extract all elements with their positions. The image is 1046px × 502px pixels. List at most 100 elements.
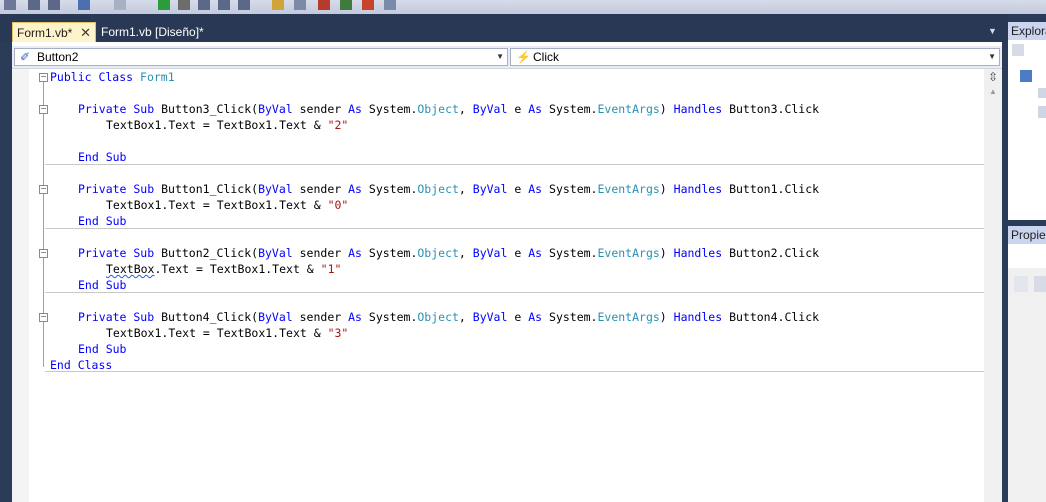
keyword: Handles — [673, 182, 723, 196]
code-line-class: Public Class Form1 — [50, 69, 175, 85]
collapse-icon[interactable]: − — [39, 73, 48, 82]
toolbar-icon[interactable] — [48, 0, 60, 10]
keyword: ByVal — [472, 246, 508, 260]
method-name: Button2_Click — [161, 246, 252, 260]
code-line-body: TextBox1.Text = TextBox1.Text & "0" — [106, 197, 348, 213]
type: Object — [417, 182, 459, 196]
keyword: Private Sub — [78, 102, 155, 116]
collapse-icon[interactable]: − — [39, 185, 48, 194]
chevron-down-icon[interactable]: ▼ — [988, 26, 997, 36]
code-line-sub: Private Sub Button4_Click(ByVal sender A… — [78, 310, 820, 324]
toolbar-icon[interactable] — [4, 0, 16, 10]
solution-explorer-panel — [1008, 40, 1046, 220]
undo-icon[interactable] — [78, 0, 90, 10]
toolbar-icon[interactable] — [272, 0, 284, 10]
keyword: End Sub — [78, 342, 127, 356]
collapse-icon[interactable]: − — [39, 105, 48, 114]
string-literal: "1" — [320, 262, 342, 276]
keyword: ByVal — [472, 102, 508, 116]
method-name: Button3_Click — [161, 102, 252, 116]
event-dropdown[interactable]: ⚡ Click ▼ — [510, 48, 1000, 66]
namespace: System. — [549, 246, 598, 260]
keyword: End Class — [50, 358, 113, 372]
toolbar-icon[interactable] — [318, 0, 330, 10]
keyword: End Sub — [78, 214, 127, 228]
event-lightning-icon: ⚡ — [516, 50, 531, 64]
namespace: System. — [549, 102, 598, 116]
keyword: As — [528, 182, 543, 196]
outline-line — [43, 79, 44, 367]
toolbar-icon[interactable] — [384, 0, 396, 10]
code-line-end-sub: End Sub — [78, 213, 126, 229]
keyword: Handles — [673, 246, 723, 260]
properties-header[interactable]: Propiedades — [1008, 226, 1046, 244]
toolbar-icon[interactable] — [1012, 44, 1024, 56]
namespace: System. — [549, 310, 598, 324]
object-selector[interactable] — [1008, 244, 1046, 268]
tab-form1-design[interactable]: Form1.vb [Diseño]* — [97, 22, 209, 42]
tab-form1-vb[interactable]: Form1.vb* ✕ — [12, 22, 96, 42]
alphabetical-icon[interactable] — [1034, 276, 1046, 292]
namespace: System. — [368, 182, 418, 196]
param: sender — [299, 246, 342, 260]
procedure-separator — [45, 164, 984, 165]
keyword: Private Sub — [78, 182, 155, 196]
file-icon[interactable] — [1038, 106, 1046, 118]
close-icon[interactable]: ✕ — [80, 23, 91, 43]
vertical-scrollbar[interactable]: ⇳ ▲ — [984, 69, 1002, 502]
tab-label: Form1.vb [Diseño]* — [101, 25, 204, 39]
project-icon[interactable] — [1020, 70, 1032, 82]
keyword: Handles — [673, 102, 723, 116]
identifier: TextBox1 — [106, 118, 162, 132]
properties-panel — [1008, 244, 1046, 502]
code-line-end-sub: End Sub — [78, 341, 126, 357]
keyword: Public Class — [50, 70, 134, 84]
keyword: End Sub — [78, 278, 127, 292]
collapse-icon[interactable]: − — [39, 313, 48, 322]
method-name: Button1_Click — [161, 182, 252, 196]
categorized-icon[interactable] — [1014, 276, 1028, 292]
collapse-icon[interactable]: − — [39, 249, 48, 258]
code-line-end-sub: End Sub — [78, 277, 126, 293]
code-line-body: TextBox.Text = TextBox1.Text & "1" — [106, 261, 341, 277]
stop-icon[interactable] — [178, 0, 190, 10]
keyword: As — [348, 310, 362, 324]
toolbar-icon[interactable] — [198, 0, 210, 10]
keyword: As — [348, 182, 362, 196]
object-dropdown[interactable]: ✐ Button2 ▼ — [14, 48, 508, 66]
param: sender — [299, 310, 342, 324]
keyword: ByVal — [472, 182, 508, 196]
code-line-end-class: End Class — [50, 357, 112, 373]
code-area[interactable]: − − − − − Public Class Form1 Private Sub… — [12, 69, 984, 502]
toolbar-icon[interactable] — [28, 0, 40, 10]
param: e — [514, 182, 522, 196]
toolbar-icon[interactable] — [340, 0, 352, 10]
toolbar-icon[interactable] — [238, 0, 250, 10]
identifier: TextBox1 — [106, 198, 162, 212]
namespace: System. — [368, 102, 418, 116]
file-icon[interactable] — [1038, 88, 1046, 98]
identifier-error: TextBox — [106, 262, 155, 276]
chevron-down-icon[interactable]: ▼ — [988, 49, 996, 65]
namespace: System. — [368, 246, 418, 260]
handles-target: Button1.Click — [729, 182, 820, 196]
method-name: Button4_Click — [161, 310, 252, 324]
code-line-end-sub: End Sub — [78, 149, 126, 165]
code-line-sub: Private Sub Button3_Click(ByVal sender A… — [78, 102, 820, 116]
indicator-margin — [12, 69, 29, 502]
redo-icon[interactable] — [114, 0, 126, 10]
keyword: As — [528, 102, 543, 116]
toolbar-icon[interactable] — [362, 0, 374, 10]
string-literal: "0" — [327, 198, 349, 212]
start-debug-icon[interactable] — [158, 0, 170, 10]
toolbar-icon[interactable] — [294, 0, 306, 10]
param: sender — [299, 102, 342, 116]
scroll-up-icon[interactable]: ▲ — [986, 86, 1000, 98]
type: Object — [417, 102, 459, 116]
code-editor: ✐ Button2 ▼ ⚡ Click ▼ − − − − − Public C… — [12, 42, 1002, 502]
solution-explorer-header[interactable]: Explorador — [1008, 22, 1046, 40]
toolbar-icon[interactable] — [218, 0, 230, 10]
split-icon[interactable]: ⇳ — [986, 70, 1000, 84]
chevron-down-icon[interactable]: ▼ — [496, 49, 504, 65]
param: e — [514, 246, 522, 260]
